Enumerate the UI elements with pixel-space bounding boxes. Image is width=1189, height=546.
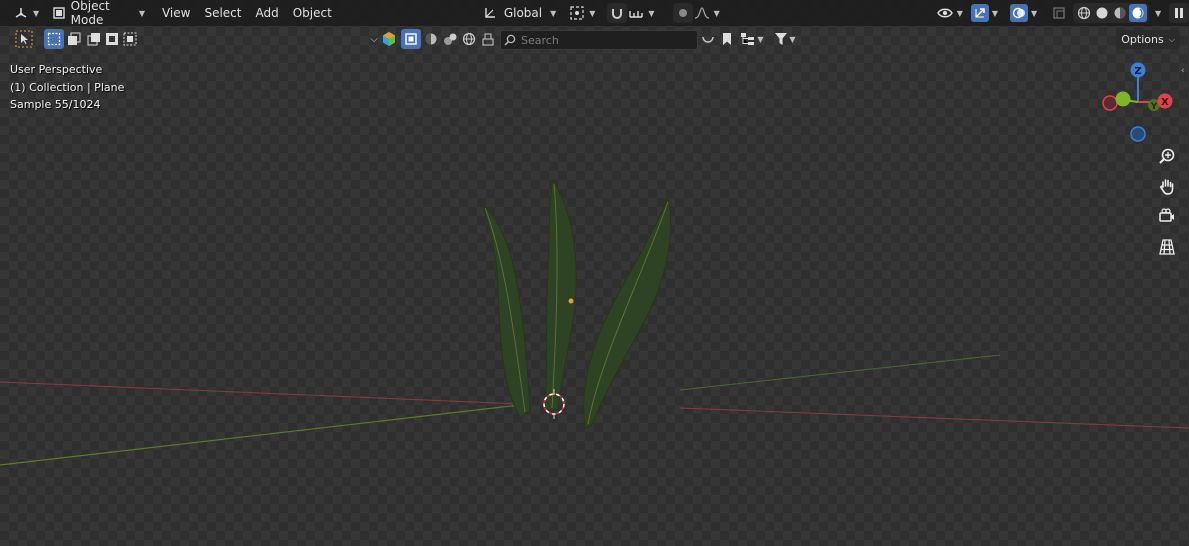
half-circle-toggle-icon[interactable] [698,29,718,49]
world-toggle-icon[interactable] [459,29,479,49]
chevron-down-icon: ▼ [550,8,557,18]
bookmark-icon[interactable] [717,29,737,49]
chevron-down-icon: ▼ [789,34,796,44]
orientation-label: Global [503,6,543,20]
options-button[interactable]: Options ⌵ [1116,30,1180,49]
chevron-down-icon: ▼ [648,8,655,18]
menu-view[interactable]: View [155,2,197,24]
tool-settings-row: ⌵ ▼ ▼ Options ⌵ [0,27,1189,51]
scene-toggle-icon[interactable] [478,29,498,49]
fern-frond-center [544,178,577,411]
gizmo-x-label: X [1161,97,1169,108]
object-origin-dot[interactable] [568,298,574,304]
eye-icon [936,4,954,22]
material-preview-icon[interactable] [1111,4,1129,22]
orthographic-grid-icon[interactable] [1156,236,1178,258]
chevron-down-icon: ▼ [589,8,596,18]
fern-frond-right [583,196,672,429]
y-axis-line-left [0,404,521,466]
snap-group: ▼ [603,2,658,24]
overlays-icon[interactable] [1010,4,1029,22]
overlay-toggle-group: ▼ [1006,2,1041,24]
x-axis-line-left [0,381,521,405]
filter-icon[interactable]: ▼ [770,29,800,49]
orientation-icon [481,4,499,22]
search-input[interactable] [519,33,683,47]
magnet-icon[interactable] [607,3,628,23]
texture-toggle-icon[interactable] [440,29,460,49]
solid-mode-toggle-icon[interactable] [401,29,421,49]
chevron-down-icon: ▼ [1031,8,1038,18]
x-axis-line-right [679,407,1189,429]
fern-plant[interactable] [482,178,672,429]
pivot-point-selector[interactable]: ▼ [564,2,599,24]
hierarchy-icon[interactable]: ▼ [737,29,767,49]
collection-info: (1) Collection | Plane [10,80,125,94]
select-set-new-icon[interactable] [44,29,64,49]
menu-select[interactable]: Select [197,2,248,24]
falloff-curve-icon[interactable] [693,4,711,22]
gizmo-neg-x-icon[interactable] [1102,95,1118,111]
camera-view-icon[interactable] [1156,205,1178,227]
transform-orientation-selector[interactable]: Global ▼ [477,2,560,24]
rendered-shading-icon[interactable] [1129,4,1148,22]
proportional-editing-icon[interactable] [672,3,693,23]
sample-info: Sample 55/1024 [10,98,101,111]
chevron-down-icon: ▼ [991,8,999,18]
pivot-point-icon [568,4,586,22]
search-field[interactable] [500,30,698,50]
active-tool-icon[interactable] [14,29,34,49]
view-name: User Perspective [10,63,103,76]
viewport-scene[interactable]: Z X Y [0,0,1189,546]
options-label: Options [1121,33,1164,46]
gizmo-neg-z-icon[interactable] [1130,126,1146,142]
zoom-icon[interactable] [1156,145,1178,167]
select-extend-icon[interactable] [64,29,84,49]
wireframe-shading-icon[interactable] [1075,4,1093,22]
select-subtract-icon[interactable] [84,29,104,49]
pause-render-icon[interactable] [1169,3,1189,23]
object-mode-icon [51,4,67,22]
proportional-editing-group: ▼ [669,2,724,24]
gizmo-y-icon[interactable] [1115,91,1131,107]
mode-selector[interactable]: Object Mode ▼ [47,0,149,27]
shading-options-chevron-icon[interactable]: ▼ [1155,9,1161,18]
menu-object[interactable]: Object [286,2,339,24]
visibility-selector[interactable]: ▼ [932,2,967,24]
solid-shading-icon[interactable] [1093,4,1111,22]
gizmo-toggle-group: ▼ [967,2,1002,24]
hand-pan-icon[interactable] [1156,175,1178,197]
shading-mode-group [1073,3,1150,23]
y-axis-line-right [679,354,1001,391]
gizmo-y-label: Y [1150,102,1158,112]
xray-toggle-icon[interactable] [1051,4,1067,22]
chevron-down-icon: ▼ [33,8,40,18]
sidebar-toggle-chevron-icon[interactable]: ‹ [1181,66,1185,76]
gizmo-icon[interactable] [970,4,989,22]
chevron-down-icon: ⌵ [1168,34,1175,44]
menu-add[interactable]: Add [249,2,286,24]
gizmo-z-label: Z [1134,66,1141,77]
chevron-down-icon: ▼ [956,8,963,18]
navigation-gizmo[interactable]: Z X Y [1102,62,1173,142]
chevron-down-icon: ▼ [757,34,764,44]
mode-label: Object Mode [70,0,110,27]
select-difference-icon[interactable] [102,29,122,49]
color-hexagon-icon[interactable] [379,29,399,49]
viewport-header: ▼ Object Mode ▼ View Select Add Object G… [0,0,1189,27]
3d-viewport-icon [12,4,30,22]
fern-frond-left [482,203,531,419]
search-icon [501,31,519,49]
select-intersect-icon[interactable] [120,29,140,49]
material-toggle-icon[interactable] [421,29,441,49]
chevron-down-icon: ▼ [713,8,720,18]
snap-increment-icon[interactable] [627,4,645,22]
chevron-down-icon: ▼ [138,8,145,18]
editor-type-selector[interactable]: ▼ [8,2,43,24]
viewport-info-overlay: User Perspective (1) Collection | Plane … [10,61,124,114]
